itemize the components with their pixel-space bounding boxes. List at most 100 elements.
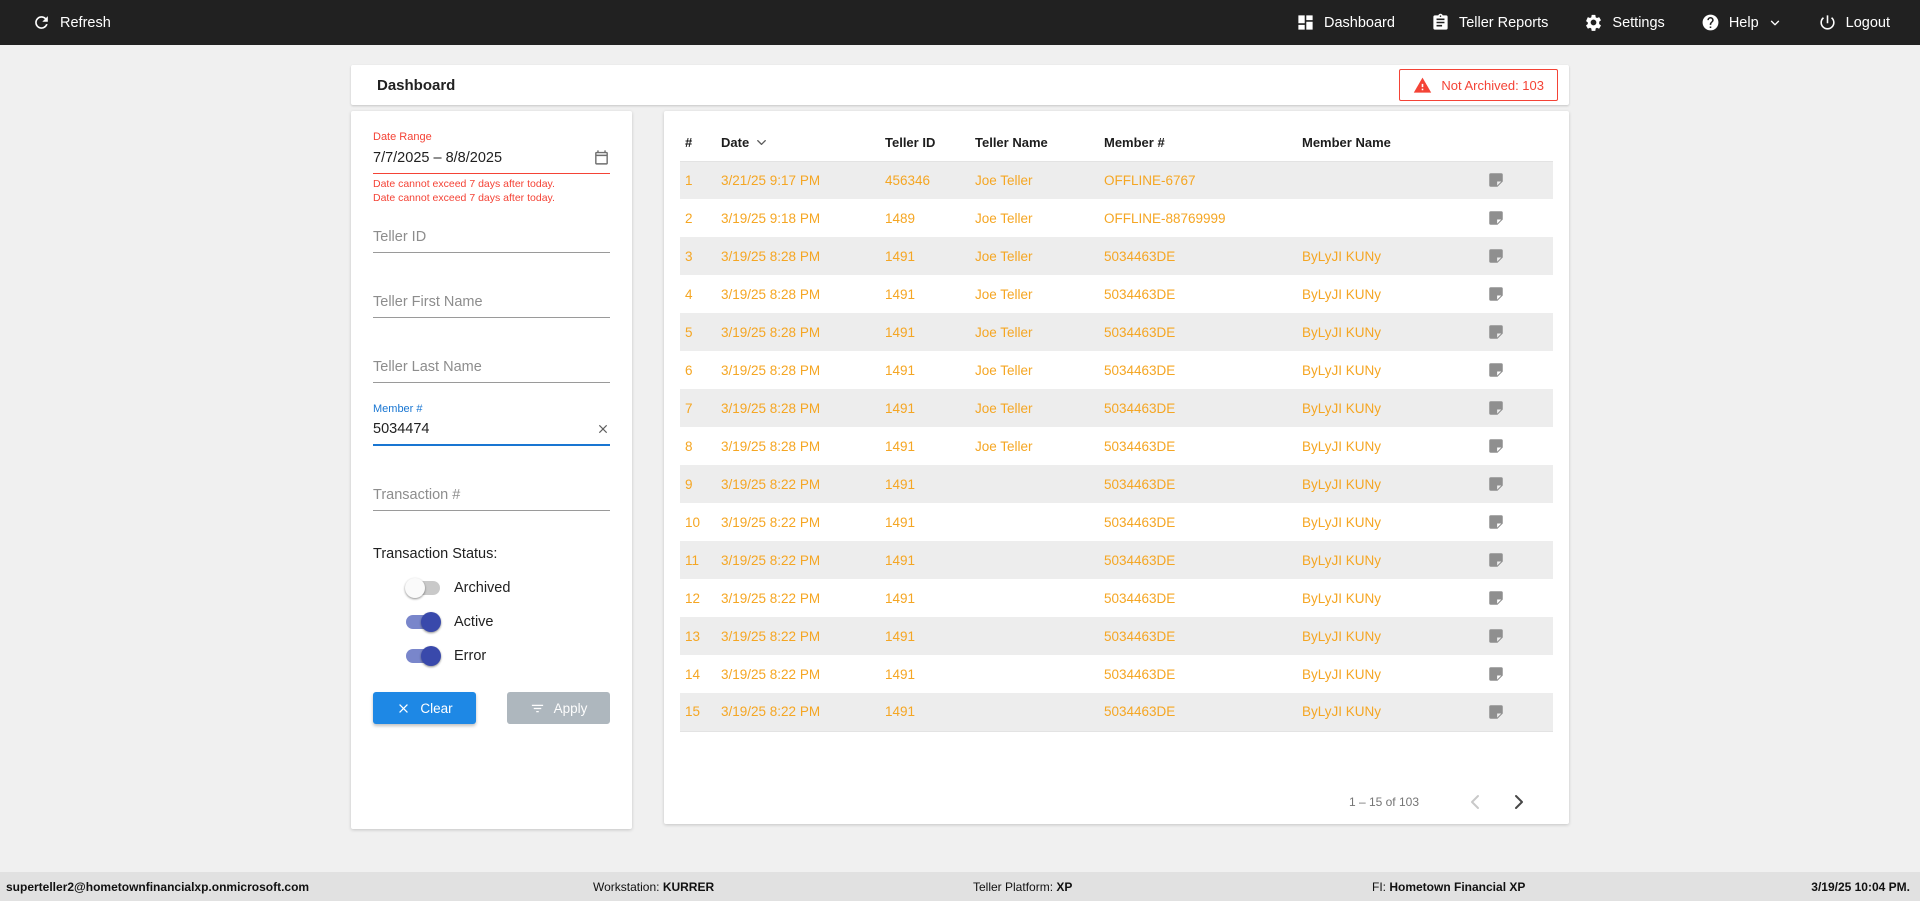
member-number-input[interactable] <box>373 415 610 446</box>
table-row[interactable]: 10 3/19/25 8:22 PM 1491 5034463DE ByLyJI… <box>680 503 1553 541</box>
apply-button[interactable]: Apply <box>507 692 610 724</box>
table-row[interactable]: 6 3/19/25 8:28 PM 1491 Joe Teller 503446… <box>680 351 1553 389</box>
cell-member-name: ByLyJI KUNy <box>1297 617 1482 655</box>
nav-settings[interactable]: Settings <box>1584 13 1664 32</box>
date-range-field[interactable]: 7/7/2025 – 8/8/2025 <box>373 143 610 174</box>
date-error-1: Date cannot exceed 7 days after today. <box>373 178 610 192</box>
cell-teller-id: 1491 <box>880 465 970 503</box>
cell-date: 3/19/25 8:22 PM <box>716 465 880 503</box>
footer-workstation-label: Workstation: <box>593 880 659 894</box>
cell-member-number: 5034463DE <box>1099 427 1297 465</box>
teller-last-name-input[interactable] <box>373 353 610 383</box>
nav-help-label: Help <box>1729 15 1759 31</box>
note-icon[interactable] <box>1487 665 1553 683</box>
note-icon[interactable] <box>1487 361 1553 379</box>
cell-teller-name: Joe Teller <box>970 237 1099 275</box>
clear-member-icon[interactable] <box>596 422 610 436</box>
error-switch <box>405 646 441 666</box>
cell-member-name: ByLyJI KUNy <box>1297 237 1482 275</box>
table-row[interactable]: 12 3/19/25 8:22 PM 1491 5034463DE ByLyJI… <box>680 579 1553 617</box>
footer-workstation: Workstation: KURRER <box>593 880 714 894</box>
table-row[interactable]: 14 3/19/25 8:22 PM 1491 5034463DE ByLyJI… <box>680 655 1553 693</box>
refresh-button[interactable]: Refresh <box>32 13 111 32</box>
table-row[interactable]: 1 3/21/25 9:17 PM 456346 Joe Teller OFFL… <box>680 161 1553 199</box>
top-nav-bar: Refresh Dashboard Teller Reports Setting… <box>0 0 1920 45</box>
toggle-error[interactable]: Error <box>405 646 610 666</box>
cell-teller-name: Joe Teller <box>970 351 1099 389</box>
cell-teller-id: 1491 <box>880 275 970 313</box>
note-icon[interactable] <box>1487 475 1553 493</box>
cell-row-number: 11 <box>680 541 716 579</box>
page-title: Dashboard <box>377 77 455 94</box>
cell-teller-name <box>970 541 1099 579</box>
nav-dashboard[interactable]: Dashboard <box>1296 13 1395 32</box>
note-icon[interactable] <box>1487 437 1553 455</box>
cell-note <box>1482 693 1553 731</box>
cell-date: 3/19/25 8:22 PM <box>716 579 880 617</box>
table-row[interactable]: 9 3/19/25 8:22 PM 1491 5034463DE ByLyJI … <box>680 465 1553 503</box>
cell-date: 3/19/25 8:28 PM <box>716 389 880 427</box>
note-icon[interactable] <box>1487 247 1553 265</box>
results-table: # Date Teller ID Teller Name Member # Me… <box>680 125 1553 732</box>
note-icon[interactable] <box>1487 627 1553 645</box>
cell-teller-name: Joe Teller <box>970 389 1099 427</box>
note-icon[interactable] <box>1487 589 1553 607</box>
calendar-icon[interactable] <box>593 149 610 166</box>
note-icon[interactable] <box>1487 703 1553 721</box>
nav-help[interactable]: Help <box>1701 13 1782 32</box>
note-icon[interactable] <box>1487 551 1553 569</box>
table-row[interactable]: 7 3/19/25 8:28 PM 1491 Joe Teller 503446… <box>680 389 1553 427</box>
cell-member-name: ByLyJI KUNy <box>1297 579 1482 617</box>
pagination-prev-button[interactable] <box>1463 790 1487 814</box>
table-row[interactable]: 4 3/19/25 8:28 PM 1491 Joe Teller 503446… <box>680 275 1553 313</box>
clear-button-label: Clear <box>420 701 452 716</box>
nav-teller-reports[interactable]: Teller Reports <box>1431 13 1548 32</box>
note-icon[interactable] <box>1487 209 1553 227</box>
nav-right-group: Dashboard Teller Reports Settings Help L… <box>1296 13 1890 32</box>
cell-teller-name: Joe Teller <box>970 313 1099 351</box>
cell-date: 3/19/25 8:22 PM <box>716 693 880 731</box>
filter-panel: Date Range 7/7/2025 – 8/8/2025 Date cann… <box>351 111 632 829</box>
cell-date: 3/19/25 8:28 PM <box>716 237 880 275</box>
cell-note <box>1482 199 1553 237</box>
cell-member-number: 5034463DE <box>1099 617 1297 655</box>
toggle-archived[interactable]: Archived <box>405 578 610 598</box>
teller-id-input[interactable] <box>373 223 610 253</box>
cell-teller-name: Joe Teller <box>970 199 1099 237</box>
header-date[interactable]: Date <box>716 125 880 161</box>
footer-fi-value: Hometown Financial XP <box>1389 880 1525 894</box>
cell-teller-id: 1491 <box>880 655 970 693</box>
note-icon[interactable] <box>1487 285 1553 303</box>
note-icon[interactable] <box>1487 513 1553 531</box>
cell-row-number: 7 <box>680 389 716 427</box>
table-row[interactable]: 15 3/19/25 8:22 PM 1491 5034463DE ByLyJI… <box>680 693 1553 731</box>
cell-member-name: ByLyJI KUNy <box>1297 275 1482 313</box>
cell-row-number: 6 <box>680 351 716 389</box>
cell-teller-id: 1491 <box>880 617 970 655</box>
table-row[interactable]: 3 3/19/25 8:28 PM 1491 Joe Teller 503446… <box>680 237 1553 275</box>
chevron-right-icon <box>1507 790 1531 814</box>
cell-teller-id: 1491 <box>880 313 970 351</box>
table-row[interactable]: 13 3/19/25 8:22 PM 1491 5034463DE ByLyJI… <box>680 617 1553 655</box>
refresh-icon <box>32 13 51 32</box>
clear-button[interactable]: Clear <box>373 692 476 724</box>
note-icon[interactable] <box>1487 171 1553 189</box>
cell-teller-name: Joe Teller <box>970 161 1099 199</box>
cell-teller-name <box>970 693 1099 731</box>
header-member-number: Member # <box>1099 125 1297 161</box>
power-icon <box>1818 13 1837 32</box>
table-row[interactable]: 2 3/19/25 9:18 PM 1489 Joe Teller OFFLIN… <box>680 199 1553 237</box>
teller-first-name-input[interactable] <box>373 288 610 318</box>
filter-icon <box>530 701 545 716</box>
nav-logout[interactable]: Logout <box>1818 13 1890 32</box>
cell-teller-id: 1491 <box>880 427 970 465</box>
transaction-number-input[interactable] <box>373 481 610 511</box>
pagination-next-button[interactable] <box>1507 790 1531 814</box>
note-icon[interactable] <box>1487 399 1553 417</box>
table-row[interactable]: 5 3/19/25 8:28 PM 1491 Joe Teller 503446… <box>680 313 1553 351</box>
table-row[interactable]: 8 3/19/25 8:28 PM 1491 Joe Teller 503446… <box>680 427 1553 465</box>
toggle-active[interactable]: Active <box>405 612 610 632</box>
note-icon[interactable] <box>1487 323 1553 341</box>
table-row[interactable]: 11 3/19/25 8:22 PM 1491 5034463DE ByLyJI… <box>680 541 1553 579</box>
cell-member-number: 5034463DE <box>1099 275 1297 313</box>
